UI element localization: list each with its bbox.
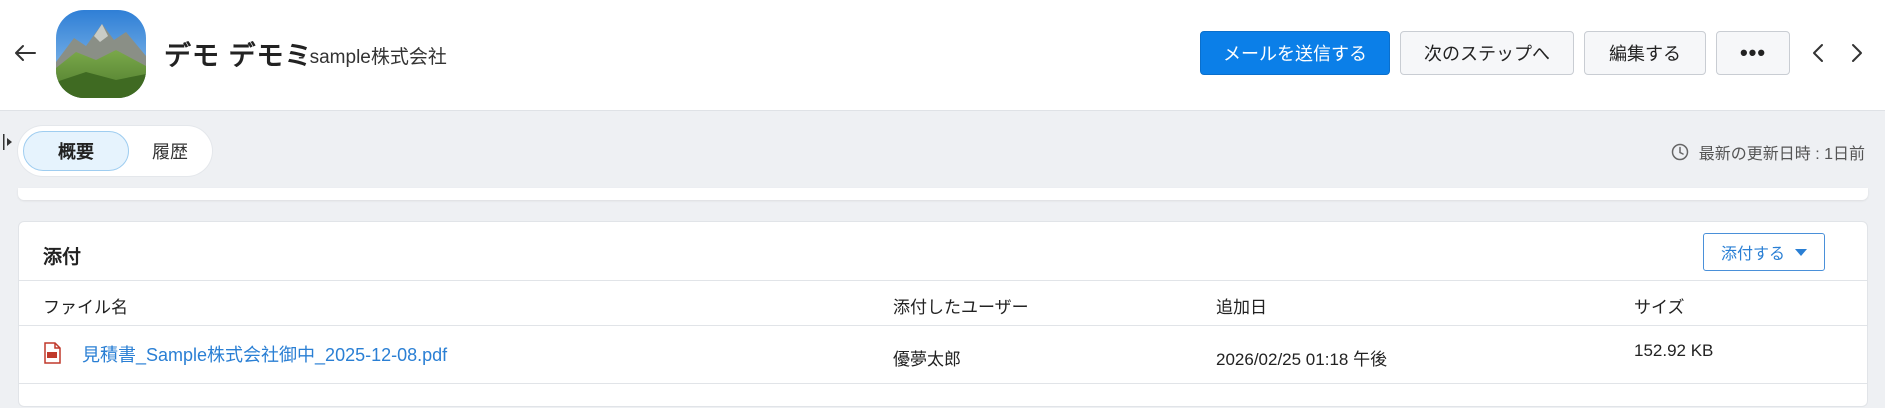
view-tabs: 概要 履歴 <box>18 126 212 176</box>
tab-bar <box>0 111 1885 193</box>
attachments-title: 添付 <box>43 247 82 268</box>
column-added-date[interactable]: 追加日 <box>1216 293 1267 318</box>
tab-overview[interactable]: 概要 <box>23 131 129 171</box>
record-header: デモ デモミ - sample株式会社 メールを送信する 次のステップへ 編集す… <box>0 0 1885 111</box>
chevron-right-icon <box>1852 44 1862 62</box>
column-size[interactable]: サイズ <box>1634 293 1685 318</box>
attachments-card: 添付 添付する ファイル名 添付したユーザー 追加日 サイズ 見積書_Sampl… <box>18 221 1868 407</box>
last-updated-text: 最新の更新日時 : 1日前 <box>1698 146 1865 163</box>
contact-name: デモ デモミ <box>164 41 313 71</box>
chevron-left-icon <box>1813 44 1823 62</box>
previous-record-button[interactable] <box>1804 38 1832 68</box>
sidebar-toggle-button[interactable] <box>2 132 14 152</box>
added-date: 2026/02/25 01:18 午後 <box>1216 350 1388 369</box>
previous-card-edge <box>18 188 1868 200</box>
caret-down-icon <box>1795 248 1807 256</box>
back-button[interactable] <box>10 38 40 68</box>
attach-button-label: 添付する <box>1720 246 1785 263</box>
clock-icon <box>1671 143 1688 161</box>
attach-dropdown-button[interactable]: 添付する <box>1703 233 1825 271</box>
avatar <box>56 10 146 98</box>
last-updated: 最新の更新日時 : 1日前 <box>1671 140 1865 164</box>
table-header: ファイル名 添付したユーザー 追加日 サイズ <box>19 280 1867 326</box>
column-attached-user[interactable]: 添付したユーザー <box>893 293 1029 318</box>
tab-history[interactable]: 履歴 <box>134 131 206 171</box>
file-name-link[interactable]: 見積書_Sample株式会社御中_2025-12-08.pdf <box>82 341 447 367</box>
send-mail-button[interactable]: メールを送信する <box>1200 31 1390 75</box>
edit-button[interactable]: 編集する <box>1584 31 1706 75</box>
sidebar-toggle-icon <box>3 134 12 150</box>
table-row: 見積書_Sample株式会社御中_2025-12-08.pdf 優夢太郎 202… <box>19 326 1867 384</box>
arrow-left-icon <box>15 45 36 61</box>
company-name: - sample株式会社 <box>298 47 447 68</box>
pdf-file-icon <box>44 342 61 364</box>
next-record-button[interactable] <box>1843 38 1871 68</box>
more-actions-button[interactable]: ••• <box>1716 31 1790 75</box>
next-step-button[interactable]: 次のステップへ <box>1400 31 1574 75</box>
file-size: 152.92 KB <box>1634 341 1714 360</box>
column-file-name[interactable]: ファイル名 <box>43 293 128 318</box>
attached-user: 優夢太郎 <box>893 350 961 369</box>
